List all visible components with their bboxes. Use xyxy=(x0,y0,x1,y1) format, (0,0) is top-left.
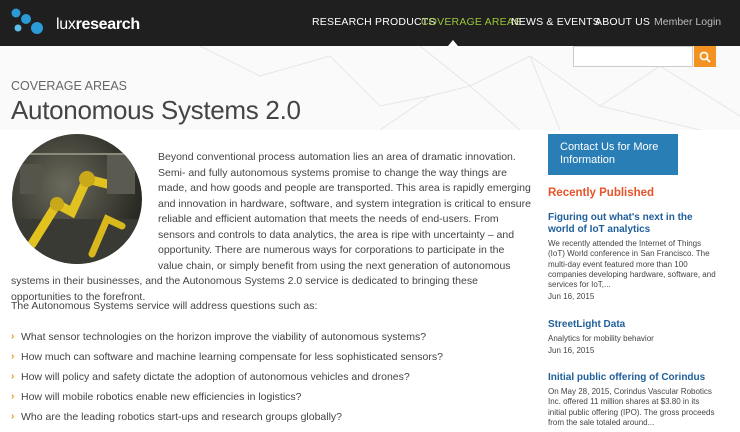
questions-list: › What sensor technologies on the horizon… xyxy=(11,331,443,431)
search-input[interactable] xyxy=(573,46,693,67)
search-button[interactable] xyxy=(694,46,716,67)
bullet-chevron-icon: › xyxy=(11,391,15,402)
bullet-chevron-icon: › xyxy=(11,331,15,342)
news-summary: We recently attended the Internet of Thi… xyxy=(548,239,716,290)
bullet-chevron-icon: › xyxy=(11,351,15,362)
nav-research-products[interactable]: RESEARCH PRODUCTS xyxy=(312,0,436,46)
intro-paragraph: Beyond conventional process automation l… xyxy=(11,150,531,305)
logo-mark-icon xyxy=(11,8,43,34)
news-summary: Analytics for mobility behavior xyxy=(548,334,654,343)
list-item: › Who are the leading robotics start-ups … xyxy=(11,411,343,423)
bullet-chevron-icon: › xyxy=(11,411,15,422)
news-title-link[interactable]: Figuring out what's next in the world of… xyxy=(548,212,718,236)
questions-lead-text: The Autonomous Systems service will addr… xyxy=(11,300,318,312)
bullet-chevron-icon: › xyxy=(11,371,15,382)
lux-research-logo[interactable]: luxresearch xyxy=(10,6,140,40)
member-login-link[interactable]: Member Login xyxy=(654,0,721,44)
news-title-link[interactable]: StreetLight Data xyxy=(548,319,718,331)
news-item: StreetLight Data Analytics for mobility … xyxy=(548,319,718,355)
news-date: Jun 16, 2015 xyxy=(548,292,595,302)
list-item: › How much can software and machine learn… xyxy=(11,351,443,363)
nav-coverage-areas[interactable]: COVERAGE AREAS xyxy=(421,0,521,46)
logo-wordmark: luxresearch xyxy=(56,16,140,33)
nav-news-events[interactable]: NEWS & EVENTS xyxy=(511,0,600,46)
news-item: Figuring out what's next in the world of… xyxy=(548,212,718,301)
breadcrumb-eyebrow: COVERAGE AREAS xyxy=(11,79,128,93)
search-icon xyxy=(699,51,711,63)
list-item: › How will mobile robotics enable new eff… xyxy=(11,391,302,403)
news-summary: On May 28, 2015, Corindus Vascular Robot… xyxy=(548,387,715,427)
list-item: › How will policy and safety dictate the … xyxy=(11,371,410,383)
list-item: › What sensor technologies on the horizon… xyxy=(11,331,427,343)
page-title: Autonomous Systems 2.0 xyxy=(11,95,301,125)
contact-us-button[interactable]: Contact Us for More Information xyxy=(548,134,678,175)
top-navigation-bar: luxresearch RESEARCH PRODUCTS COVERAGE A… xyxy=(0,0,740,46)
news-item: Initial public offering of Corindus On M… xyxy=(548,372,718,428)
news-date: Jun 16, 2015 xyxy=(548,346,595,356)
image-wrap-spacer xyxy=(11,150,158,268)
nav-about-us[interactable]: ABOUT US xyxy=(595,0,650,46)
news-title-link[interactable]: Initial public offering of Corindus xyxy=(548,372,718,384)
recently-published-heading: Recently Published xyxy=(548,187,655,199)
